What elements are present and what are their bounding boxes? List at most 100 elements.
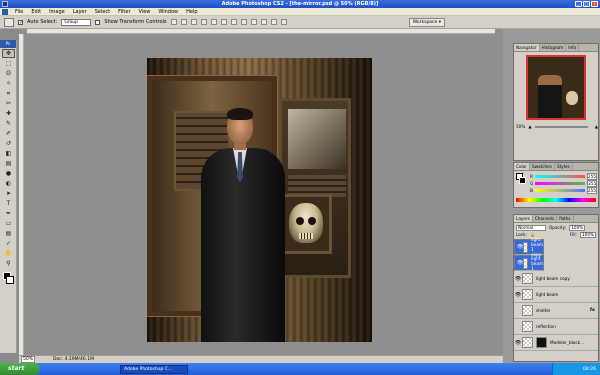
crop-tool[interactable]: ⌗ bbox=[2, 89, 15, 98]
align-bottom-icon[interactable] bbox=[190, 19, 197, 25]
tab-info[interactable]: Info bbox=[566, 44, 580, 51]
color-b-value[interactable]: 255 bbox=[586, 186, 597, 194]
visibility-eye-icon[interactable]: 👁 bbox=[514, 276, 522, 282]
layer-mask-thumbnail[interactable] bbox=[536, 337, 547, 348]
tab-channels[interactable]: Channels bbox=[533, 215, 558, 222]
show-transform-checkbox[interactable] bbox=[95, 19, 101, 25]
layer-row[interactable]: shelter fx bbox=[514, 303, 598, 319]
zoom-out-icon[interactable]: ▲ bbox=[528, 124, 531, 129]
tab-navigator[interactable]: Navigator bbox=[514, 44, 540, 51]
layer-row[interactable]: 👁 Modeler_block... bbox=[514, 335, 598, 351]
align-right-icon[interactable] bbox=[220, 19, 227, 25]
color-g-slider[interactable] bbox=[535, 181, 586, 185]
align-left-icon[interactable] bbox=[200, 19, 207, 25]
magic-wand-tool[interactable]: ✧ bbox=[2, 79, 15, 88]
layer-effects-icon[interactable]: fx bbox=[590, 308, 598, 313]
history-brush-tool[interactable]: ↺ bbox=[2, 139, 15, 148]
nav-thumb-man bbox=[538, 75, 562, 118]
eyedropper-tool[interactable]: ✓ bbox=[2, 239, 15, 248]
color-row-b: B 255 bbox=[530, 186, 597, 194]
distribute-center-icon[interactable] bbox=[270, 19, 277, 25]
tab-swatches[interactable]: Swatches bbox=[530, 163, 555, 170]
distribute-left-icon[interactable] bbox=[260, 19, 267, 25]
blend-mode-dropdown[interactable]: Normal bbox=[516, 224, 546, 231]
color-r-slider[interactable] bbox=[534, 174, 585, 178]
layer-row[interactable]: 👁 light beam 1 bbox=[514, 255, 544, 271]
color-spectrum-ramp[interactable] bbox=[516, 198, 596, 202]
gradient-tool[interactable]: ▤ bbox=[2, 159, 15, 168]
menu-filter[interactable]: Filter bbox=[114, 9, 134, 15]
canvas-image[interactable] bbox=[147, 58, 372, 342]
layer-row[interactable]: 👁 light beam bbox=[514, 287, 598, 303]
app-menu-icon[interactable] bbox=[2, 8, 8, 15]
notes-tool[interactable]: ▤ bbox=[2, 229, 15, 238]
shape-tool[interactable]: ▭ bbox=[2, 219, 15, 228]
color-b-slider[interactable] bbox=[534, 188, 585, 192]
layer-row[interactable]: 👁 light beam 1 copy bbox=[514, 237, 544, 257]
color-background-swatch[interactable] bbox=[519, 177, 526, 184]
distribute-top-icon[interactable] bbox=[230, 19, 237, 25]
zoom-field[interactable]: 50% bbox=[21, 356, 35, 363]
navigator-thumbnail[interactable] bbox=[526, 55, 586, 120]
align-middle-icon[interactable] bbox=[180, 19, 187, 25]
lasso-tool[interactable]: ʘ bbox=[2, 69, 15, 78]
layer-row[interactable]: 👁 light beam copy bbox=[514, 271, 598, 287]
hand-tool[interactable]: ✋ bbox=[2, 249, 15, 258]
color-r-value[interactable]: 255 bbox=[586, 172, 597, 180]
pen-tool[interactable]: ✒ bbox=[2, 209, 15, 218]
auto-select-dropdown[interactable]: Group bbox=[61, 18, 92, 26]
align-center-icon[interactable] bbox=[210, 19, 217, 25]
auto-select-checkbox[interactable] bbox=[18, 19, 23, 25]
tab-layers[interactable]: Layers bbox=[514, 215, 533, 222]
taskbar-photoshop-button[interactable]: Adobe Photoshop C... bbox=[120, 364, 188, 374]
blur-tool[interactable]: ● bbox=[2, 169, 15, 178]
zoom-in-icon[interactable]: ▲ bbox=[595, 124, 598, 129]
eraser-tool[interactable]: ◧ bbox=[2, 149, 15, 158]
distribute-right-icon[interactable] bbox=[280, 19, 287, 25]
slice-tool[interactable]: ✂ bbox=[2, 99, 15, 108]
menu-edit[interactable]: Edit bbox=[27, 9, 45, 15]
brush-tool[interactable]: ✎ bbox=[2, 119, 15, 128]
zoom-tool[interactable]: ⚲ bbox=[2, 259, 15, 268]
color-swatches[interactable] bbox=[0, 271, 16, 287]
tab-histogram[interactable]: Histogram bbox=[540, 44, 567, 51]
minimize-button[interactable]: _ bbox=[575, 1, 582, 7]
visibility-eye-icon[interactable]: 👁 bbox=[514, 340, 522, 346]
navigator-zoom-value[interactable]: 50% bbox=[516, 124, 525, 129]
move-tool[interactable]: ✥ bbox=[2, 49, 15, 58]
clone-stamp-tool[interactable]: ✐ bbox=[2, 129, 15, 138]
maximize-button[interactable]: □ bbox=[583, 1, 590, 7]
menu-window[interactable]: Window bbox=[154, 9, 182, 15]
workspace-button[interactable]: Workspace ▾ bbox=[408, 18, 445, 27]
menu-image[interactable]: Image bbox=[45, 9, 69, 15]
opacity-field[interactable]: 100% bbox=[569, 224, 586, 231]
navigator-zoom-slider[interactable] bbox=[534, 125, 588, 128]
distribute-bottom-icon[interactable] bbox=[250, 19, 257, 25]
fill-field[interactable]: 100% bbox=[580, 231, 596, 238]
distribute-middle-icon[interactable] bbox=[240, 19, 247, 25]
type-tool[interactable]: T bbox=[2, 199, 15, 208]
tool-preset-icon[interactable] bbox=[4, 17, 14, 27]
align-top-icon[interactable] bbox=[170, 19, 177, 25]
menu-help[interactable]: Help bbox=[182, 9, 201, 15]
layer-row[interactable]: reflection bbox=[514, 319, 598, 335]
marquee-tool[interactable]: ⬚ bbox=[2, 59, 15, 68]
background-color-swatch[interactable] bbox=[6, 276, 14, 284]
healing-brush-tool[interactable]: ✚ bbox=[2, 109, 15, 118]
ruler-horizontal bbox=[27, 29, 495, 34]
color-g-value[interactable]: 255 bbox=[587, 179, 598, 187]
close-button[interactable]: x bbox=[591, 1, 598, 7]
visibility-eye-icon[interactable]: 👁 bbox=[514, 292, 522, 298]
menu-layer[interactable]: Layer bbox=[69, 9, 91, 15]
tab-styles[interactable]: Styles bbox=[555, 163, 573, 170]
start-button[interactable]: start bbox=[0, 363, 40, 375]
menu-view[interactable]: View bbox=[135, 9, 155, 15]
opacity-label: Opacity: bbox=[549, 225, 567, 230]
tab-color[interactable]: Color bbox=[514, 163, 530, 170]
dodge-tool[interactable]: ◐ bbox=[2, 179, 15, 188]
tab-paths[interactable]: Paths bbox=[557, 215, 574, 222]
show-transform-label: Show Transform Controls bbox=[104, 19, 167, 25]
menu-file[interactable]: File bbox=[11, 9, 27, 15]
menu-select[interactable]: Select bbox=[91, 9, 114, 15]
path-selection-tool[interactable]: ➤ bbox=[2, 189, 15, 198]
